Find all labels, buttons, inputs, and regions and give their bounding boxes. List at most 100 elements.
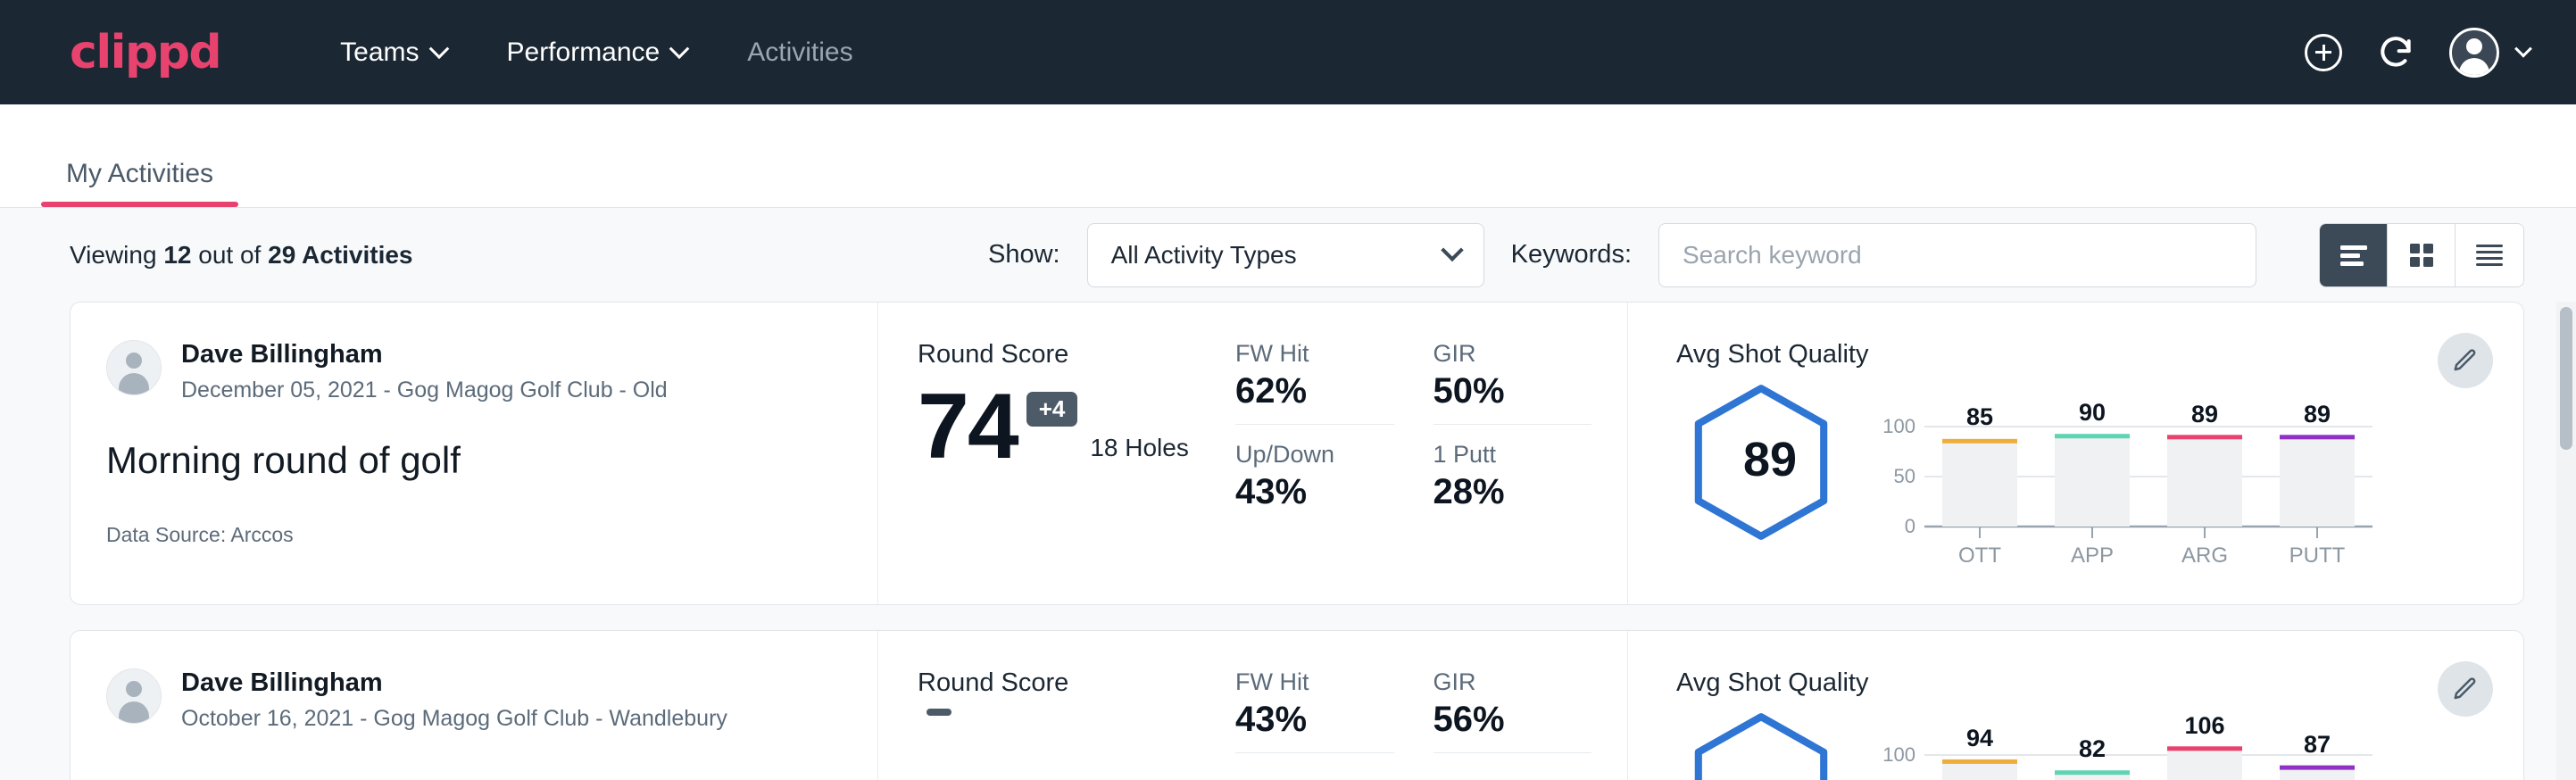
avg-shot-quality-section: Avg Shot Quality 100 50 0	[1628, 631, 2523, 780]
activity-card-header: Dave Billingham December 05, 2021 - Gog …	[71, 303, 878, 604]
stat-one-putt-value: 28%	[1433, 472, 1592, 512]
activity-meta: December 05, 2021 - Gog Magog Golf Club …	[181, 378, 668, 403]
round-score-value: 74	[918, 380, 1018, 473]
round-stats-grid: FW Hit 62% GIR 50% Up/Down 43% 1 Putt 28…	[1235, 303, 1628, 604]
round-score-label: Round Score	[918, 668, 1235, 698]
bar-chart: 100 50 0 94 82 106	[1876, 710, 2376, 780]
round-score-section: Round Score 74 +4 18 Holes	[878, 303, 1235, 604]
tab-bar: My Activities	[0, 104, 2576, 208]
round-stats-grid: FW Hit 43% GIR 56%	[1235, 631, 1628, 780]
svg-text:89: 89	[2191, 401, 2218, 427]
list-view-button[interactable]	[2320, 224, 2388, 286]
keywords-label: Keywords:	[1511, 240, 1632, 270]
grid-view-button[interactable]	[2388, 224, 2456, 286]
avg-shot-quality-label: Avg Shot Quality	[1676, 340, 2523, 369]
pencil-icon	[2452, 347, 2479, 374]
svg-text:50: 50	[1894, 465, 1915, 487]
svg-text:100: 100	[1882, 743, 1915, 766]
round-score-differential-badge	[927, 709, 951, 716]
round-score-differential-badge: +4	[1026, 392, 1078, 427]
activity-meta: October 16, 2021 - Gog Magog Golf Club -…	[181, 706, 727, 732]
page-scrollbar[interactable]	[2556, 302, 2576, 780]
filter-bar: Viewing 12 out of 29 Activities Show: Al…	[0, 208, 2576, 302]
stat-up-down-value: 43%	[1235, 472, 1394, 512]
stat-gir: GIR 56%	[1433, 668, 1592, 753]
hexagon-icon	[1676, 710, 1846, 780]
compact-view-button[interactable]	[2456, 224, 2523, 286]
view-mode-toggle-group	[2319, 223, 2524, 287]
account-menu[interactable]	[2449, 28, 2530, 78]
chevron-down-icon	[669, 38, 690, 59]
round-score-label: Round Score	[918, 340, 1235, 369]
filter-controls: Show: All Activity Types Keywords: Searc…	[988, 223, 2524, 287]
stat-fw-hit-label: FW Hit	[1235, 340, 1394, 368]
svg-text:APP: APP	[2071, 544, 2114, 568]
chevron-down-icon	[2514, 39, 2532, 57]
activity-data-source: Data Source: Arccos	[106, 523, 842, 547]
stat-fw-hit: FW Hit 62%	[1235, 340, 1394, 425]
activity-title: Morning round of golf	[106, 439, 842, 482]
svg-text:94: 94	[1966, 725, 1993, 751]
nav-item-activities-label: Activities	[747, 37, 852, 68]
chevron-down-icon	[428, 38, 449, 59]
shot-quality-bar-chart: 100 50 0 94 82 106	[1864, 710, 2523, 780]
stat-fw-hit-value: 62%	[1235, 371, 1394, 411]
activity-type-select[interactable]: All Activity Types	[1087, 223, 1484, 287]
activity-user-name: Dave Billingham	[181, 668, 727, 698]
page-scrollbar-thumb[interactable]	[2560, 307, 2572, 450]
avatar-icon	[2449, 28, 2499, 78]
avg-shot-quality-hexagon	[1676, 710, 1864, 780]
refresh-icon[interactable]	[2376, 33, 2415, 72]
stat-fw-hit: FW Hit 43%	[1235, 668, 1394, 753]
activity-user: Dave Billingham December 05, 2021 - Gog …	[106, 340, 842, 403]
edit-activity-button[interactable]	[2438, 333, 2493, 388]
tab-my-activities[interactable]: My Activities	[41, 159, 238, 207]
shot-quality-bar-chart: 100 50 0 85	[1864, 382, 2523, 578]
activity-card[interactable]: Dave Billingham October 16, 2021 - Gog M…	[70, 630, 2524, 780]
stat-gir: GIR 50%	[1433, 340, 1592, 425]
primary-nav: Teams Performance Activities	[310, 37, 883, 68]
top-navigation-bar: clippd Teams Performance Activities	[0, 0, 2576, 104]
stat-gir-label: GIR	[1433, 340, 1592, 368]
svg-text:ARG: ARG	[2181, 544, 2228, 568]
pencil-icon	[2452, 676, 2479, 702]
svg-text:PUTT: PUTT	[2289, 544, 2346, 568]
edit-activity-button[interactable]	[2438, 661, 2493, 717]
chevron-down-icon	[1441, 238, 1463, 261]
search-input[interactable]: Search keyword	[1658, 223, 2256, 287]
viewing-middle: out of	[198, 241, 261, 269]
viewing-count-text: Viewing 12 out of 29 Activities	[70, 241, 413, 270]
stat-gir-value: 56%	[1433, 700, 1592, 740]
svg-text:90: 90	[2079, 399, 2106, 426]
nav-item-performance[interactable]: Performance	[477, 37, 718, 68]
nav-item-performance-label: Performance	[507, 37, 661, 68]
avg-shot-quality-hexagon: 89	[1676, 382, 1864, 547]
stat-gir-value: 50%	[1433, 371, 1592, 411]
list-icon	[2339, 243, 2369, 268]
avatar	[106, 340, 162, 395]
activity-user: Dave Billingham October 16, 2021 - Gog M…	[106, 668, 842, 732]
avg-shot-quality-section: Avg Shot Quality 89 100 50 0	[1628, 303, 2523, 604]
stat-one-putt-label: 1 Putt	[1433, 441, 1592, 469]
nav-item-activities[interactable]: Activities	[717, 37, 883, 68]
viewing-total: 29 Activities	[268, 241, 412, 269]
activity-card-header: Dave Billingham October 16, 2021 - Gog M…	[71, 631, 878, 780]
nav-item-teams-label: Teams	[340, 37, 419, 68]
round-score-section: Round Score	[878, 631, 1235, 780]
plus-circle-icon[interactable]	[2305, 34, 2342, 71]
tab-my-activities-label: My Activities	[66, 159, 213, 188]
bar-chart: 100 50 0 85	[1876, 382, 2376, 574]
nav-item-teams[interactable]: Teams	[310, 37, 476, 68]
stat-fw-hit-value: 43%	[1235, 700, 1394, 740]
svg-text:0: 0	[1905, 515, 1915, 537]
clippd-logo[interactable]: clippd	[70, 26, 220, 79]
show-label: Show:	[988, 240, 1060, 270]
avatar	[106, 668, 162, 724]
activities-list: Dave Billingham December 05, 2021 - Gog …	[0, 302, 2576, 780]
svg-text:87: 87	[2304, 731, 2331, 758]
round-holes: 18 Holes	[1090, 434, 1189, 462]
activity-card[interactable]: Dave Billingham December 05, 2021 - Gog …	[70, 302, 2524, 605]
top-nav-actions	[2305, 28, 2530, 78]
svg-text:85: 85	[1966, 403, 1993, 430]
stat-gir-label: GIR	[1433, 668, 1592, 696]
